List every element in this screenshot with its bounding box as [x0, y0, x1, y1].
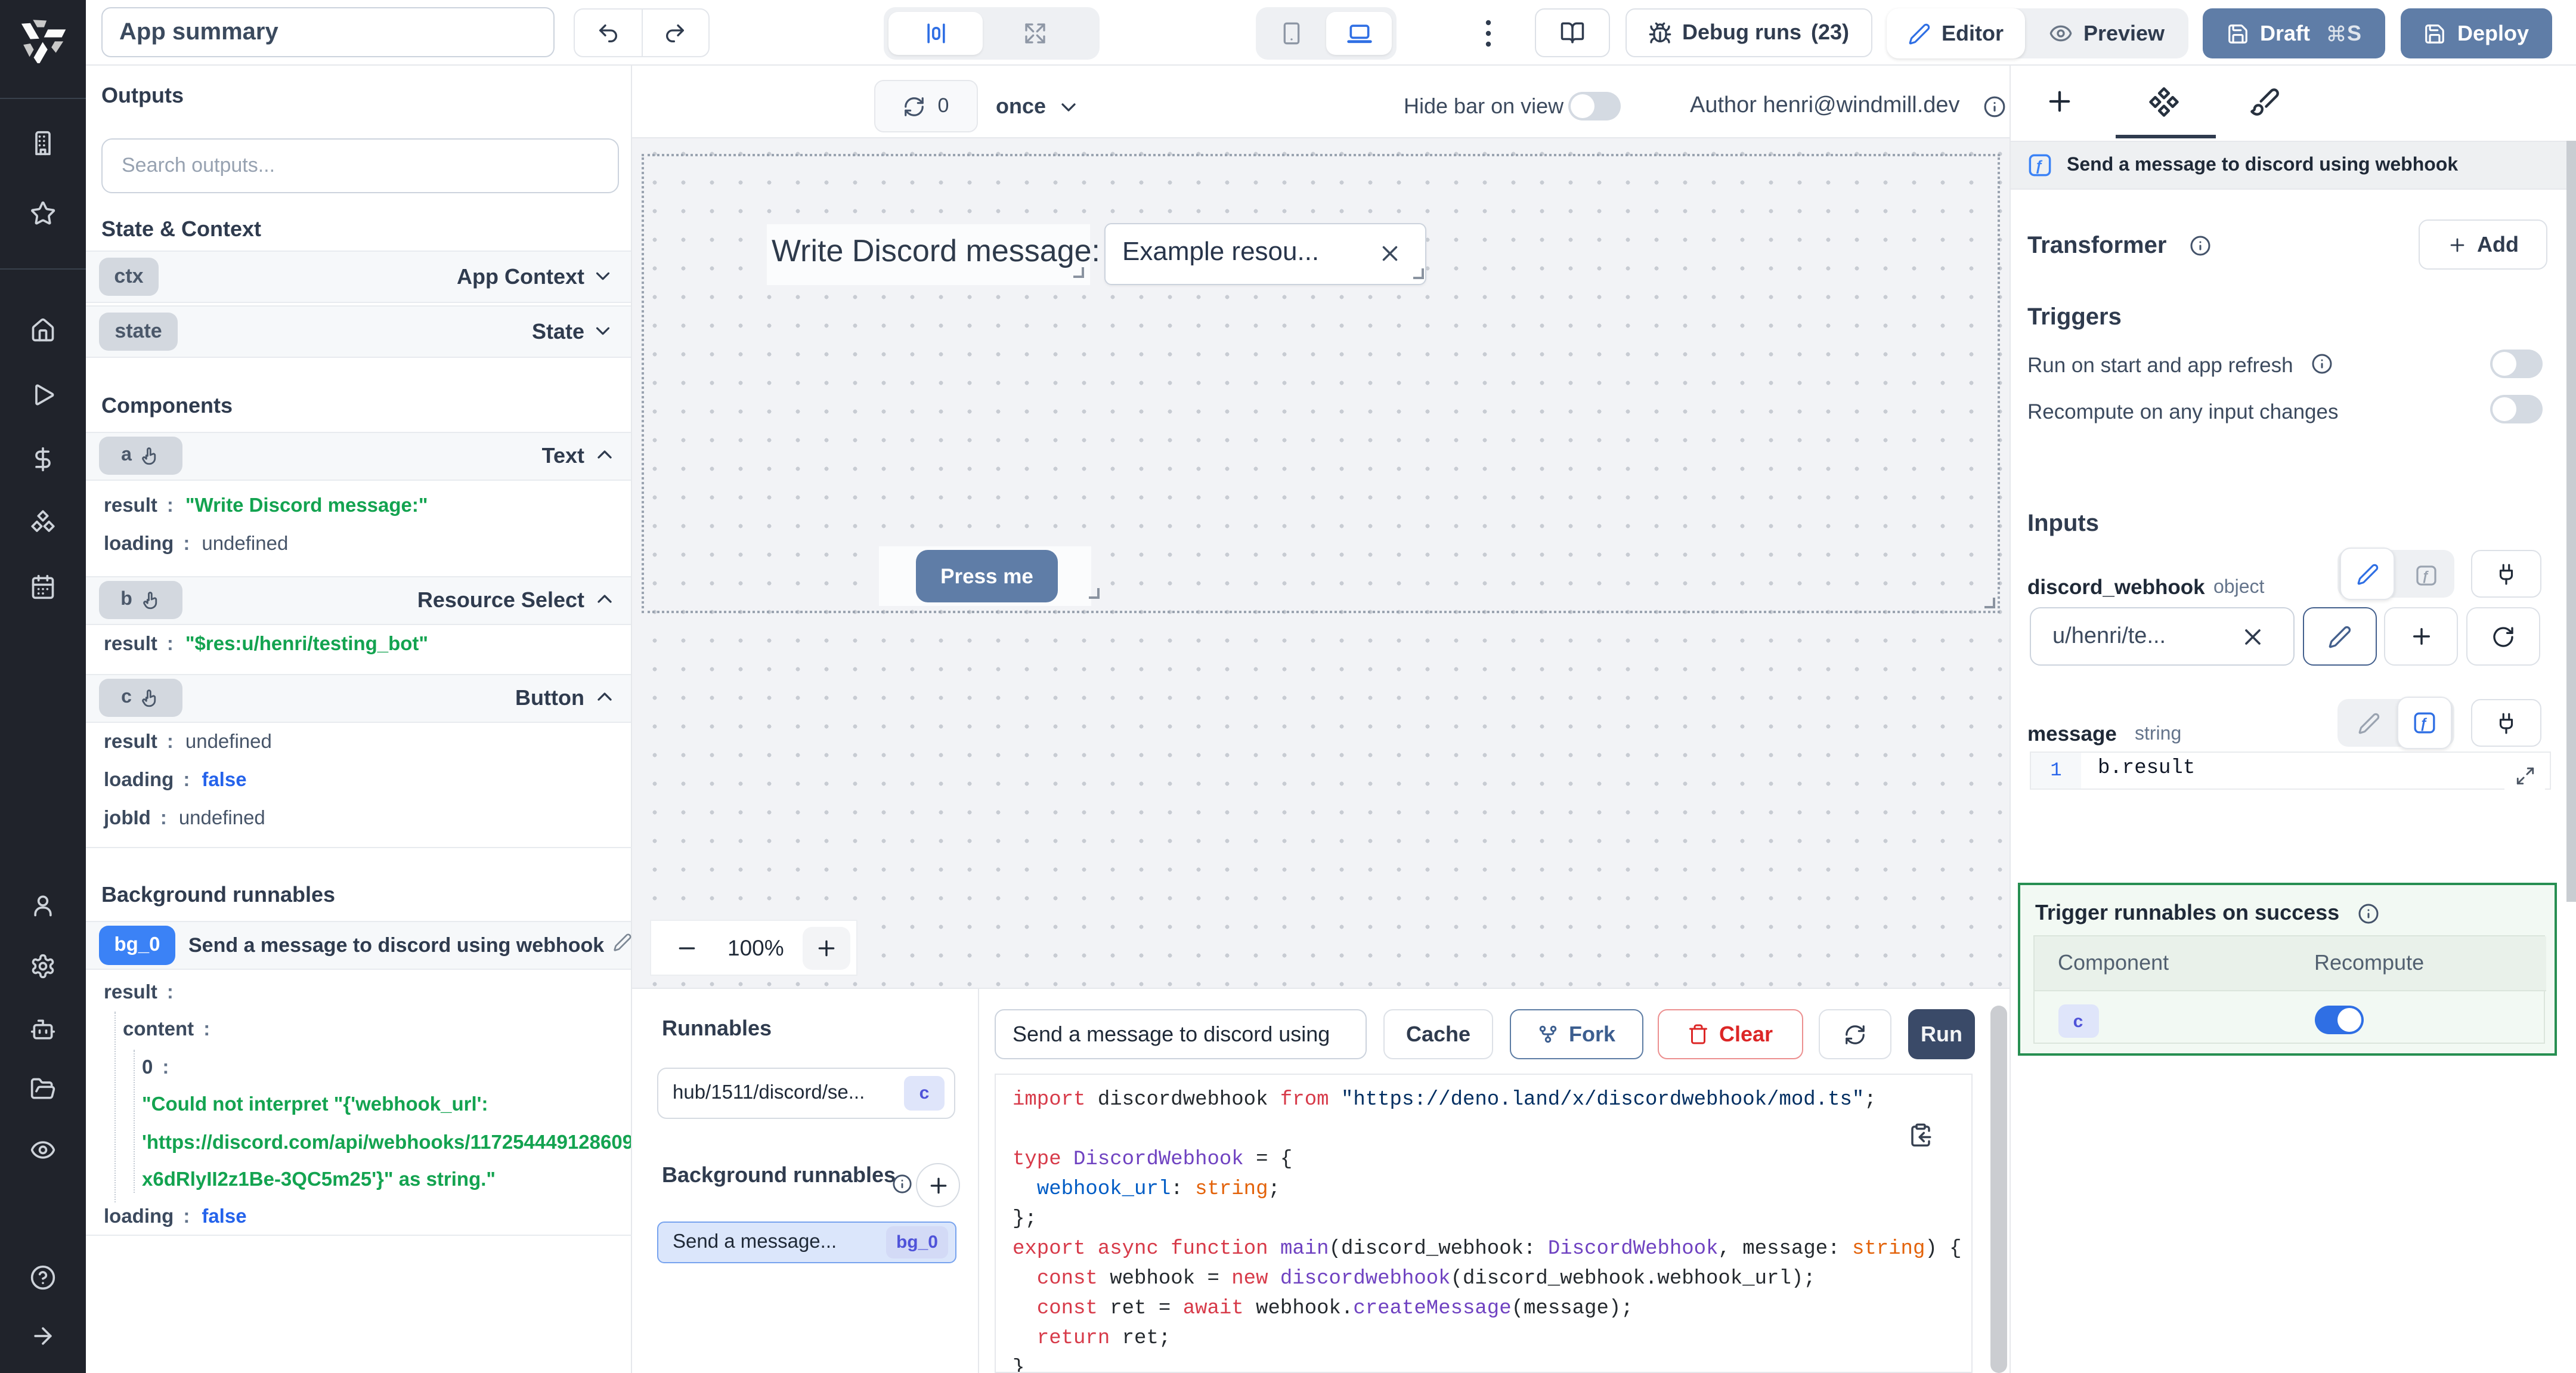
svg-text:ƒ: ƒ	[2420, 715, 2428, 731]
svg-text:ƒ: ƒ	[2035, 158, 2043, 174]
svg-text:ƒ: ƒ	[2421, 568, 2428, 583]
